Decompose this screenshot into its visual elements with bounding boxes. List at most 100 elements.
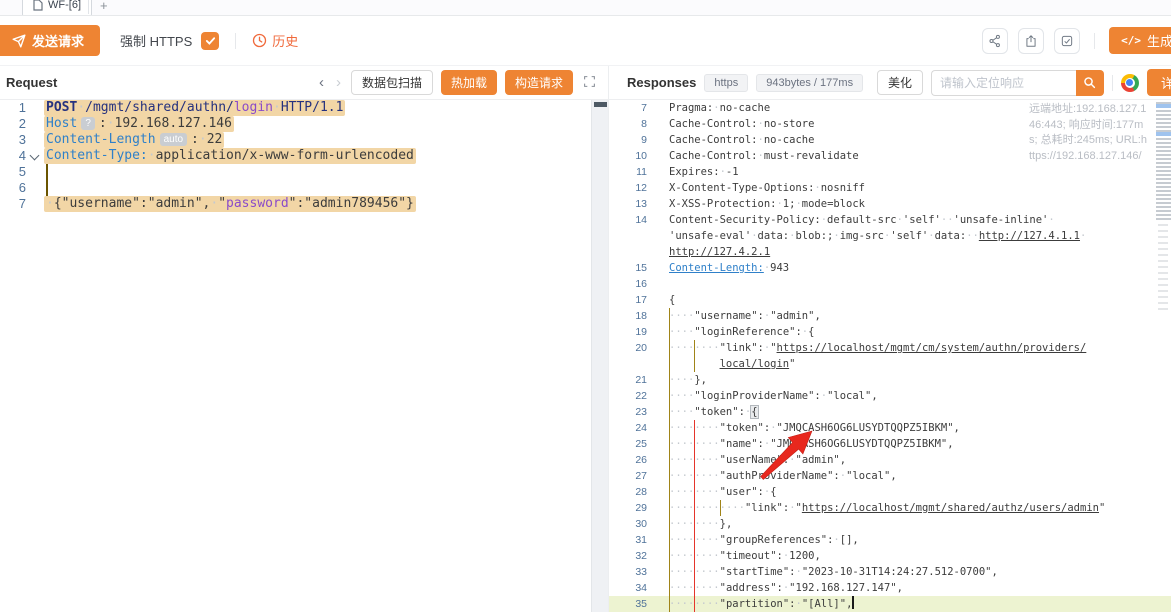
code-line[interactable]: 10 Cache-Control:·must-revalidate [609,148,1171,164]
share-button[interactable] [982,28,1008,54]
whitespace-dot: · [802,326,808,338]
code-line[interactable]: 24········"token":·"JMQCASH6OG6LUSYDTQQP… [609,420,1171,436]
code-line[interactable]: 25········"name":·"JMQCASH6OG6LUSYDTQQPZ… [609,436,1171,452]
line-number [609,356,647,372]
indent-guide [669,340,670,356]
whitespace-dot: · [789,454,795,466]
indent-guide [669,404,670,420]
code-line[interactable]: 23····"token":·{ [609,404,1171,420]
nav-back-button[interactable]: ‹ [317,74,326,91]
whitespace-dot: · [46,196,54,211]
code-line[interactable]: 6 [0,180,608,196]
line-number: 20 [609,340,647,356]
code-line[interactable]: 13X-XSS-Protection:·1;·mode=block [609,196,1171,212]
whitespace-dot: · [840,470,846,482]
code-line[interactable]: 35········"partition":·"[All]", [609,596,1171,612]
chrome-icon[interactable] [1121,74,1139,92]
code-line[interactable]: http://127.4.2.1 [609,244,1171,260]
code-line[interactable]: local/login" [609,356,1171,372]
whitespace-dot: · [713,470,719,482]
hot-reload-button[interactable]: 热加载 [441,70,497,95]
code-line[interactable]: 4Content-Type:·application/x-www-form-ur… [0,148,608,164]
code-line[interactable]: 21····}, [609,372,1171,388]
fold-chevron-icon[interactable] [30,151,40,161]
search-button[interactable] [1076,70,1104,96]
line-number: 11 [609,164,647,180]
request-code-editor[interactable]: 1POST·/mgmt/shared/authn/login·HTTP/1.12… [0,100,608,612]
code-line[interactable]: 'unsafe-eval'·data:·blob:;·img-src·'self… [609,228,1171,244]
code-line[interactable]: 12X-Content-Type-Options:·nosniff [609,180,1171,196]
code-line[interactable]: 28········"user":·{ [609,484,1171,500]
code-line[interactable]: 8Cache-Control:·no-store [609,116,1171,132]
token: password [226,196,289,211]
code-line[interactable]: 30········}, [609,516,1171,532]
codegen-button[interactable]: </> 生成代码 [1109,27,1171,54]
new-tab-button[interactable]: + [100,0,108,13]
code-line[interactable]: 31········"groupReferences":·[], [609,532,1171,548]
indent-guide [669,516,670,532]
response-code-editor[interactable]: 远端地址:192.168.127.146:443; 响应时间:177ms; 总耗… [609,100,1171,612]
code-line[interactable]: 27········"authProviderName":·"local", [609,468,1171,484]
line-number: 28 [609,484,647,500]
token: { [669,294,675,306]
code-line[interactable]: 7·{"username":"admin",·"password":"admin… [0,196,608,212]
response-panel: Responses https 943bytes / 177ms 美化 详情 远… [608,66,1171,612]
code-line[interactable]: 7Pragma:·no-cache [609,100,1171,116]
response-search-input[interactable] [931,70,1076,96]
code-line[interactable]: 1POST·/mgmt/shared/authn/login·HTTP/1.1 [0,100,608,116]
indent-guide [669,420,670,436]
line-number: 33 [609,564,647,580]
whitespace-dot: · [884,230,890,242]
packet-scan-button[interactable]: 数据包扫描 [351,70,433,95]
indent-guide [669,548,670,564]
code-line[interactable]: 11Expires:·-1 [609,164,1171,180]
export-button[interactable] [1018,28,1044,54]
token: Cache-Control:·must-revalidate [669,150,859,162]
code-line[interactable]: 5 [0,164,608,180]
export-icon [1024,34,1038,48]
code-line[interactable]: 20········"link":·"https://localhost/mgm… [609,340,1171,356]
line-number: 31 [609,532,647,548]
code-line[interactable]: 9Cache-Control:·no-cache [609,132,1171,148]
send-request-button[interactable]: 发送请求 [0,25,100,56]
file-tab[interactable]: WF-[6] [22,0,92,16]
code-line[interactable]: 26········"userName":·"admin", [609,452,1171,468]
code-line[interactable]: 29············"link":·"https://localhost… [609,500,1171,516]
sign-button[interactable] [1054,28,1080,54]
code-line[interactable]: 33········"startTime":·"2023-10-31T14:24… [609,564,1171,580]
indent-guide [669,564,670,580]
indent-guide [694,532,695,548]
line-number: 8 [609,116,647,132]
whitespace-dot: · [199,132,207,147]
response-title: Responses [627,75,696,90]
code-line[interactable]: 19····"loginReference":·{ [609,324,1171,340]
edit-check-icon [1060,34,1074,48]
inline-badge: auto [160,133,187,146]
code-line[interactable]: 16 [609,276,1171,292]
code-line[interactable]: 14Content-Security-Policy:·default-src·'… [609,212,1171,228]
token: ········"timeout":·1200, [669,550,821,562]
code-line[interactable]: 32········"timeout":·1200, [609,548,1171,564]
tab-title: WF-[6] [48,0,81,11]
code-line[interactable]: 22····"loginProviderName":·"local", [609,388,1171,404]
history-button[interactable]: 历史 [252,31,298,50]
indent-guide [694,452,695,468]
force-https-checkbox[interactable] [201,32,219,50]
token: Cache-Control:·no-cache [669,134,814,146]
code-line[interactable]: 15Content-Length:·943 [609,260,1171,276]
nav-forward-button[interactable]: › [334,74,343,91]
beautify-button[interactable]: 美化 [877,70,923,95]
code-line[interactable]: 2Host?:·192.168.127.146 [0,116,608,132]
code-line[interactable]: 3Content-Lengthauto:·22 [0,132,608,148]
details-button[interactable]: 详情 [1147,69,1171,96]
code-line[interactable]: 34········"address":·"192.168.127.147", [609,580,1171,596]
token: ········}, [669,518,732,530]
code-line[interactable]: 17{ [609,292,1171,308]
line-highlight: POST·/mgmt/shared/authn/login·HTTP/1.1 [44,100,345,116]
whitespace-dot: · [758,118,764,130]
code-line[interactable]: 18····"username":·"admin", [609,308,1171,324]
build-request-button[interactable]: 构造请求 [505,70,573,95]
line-number: 10 [609,148,647,164]
app: { "tab_bar": { "tab_title": "WF-[6]", "n… [0,0,1171,611]
expand-button[interactable] [581,75,598,91]
